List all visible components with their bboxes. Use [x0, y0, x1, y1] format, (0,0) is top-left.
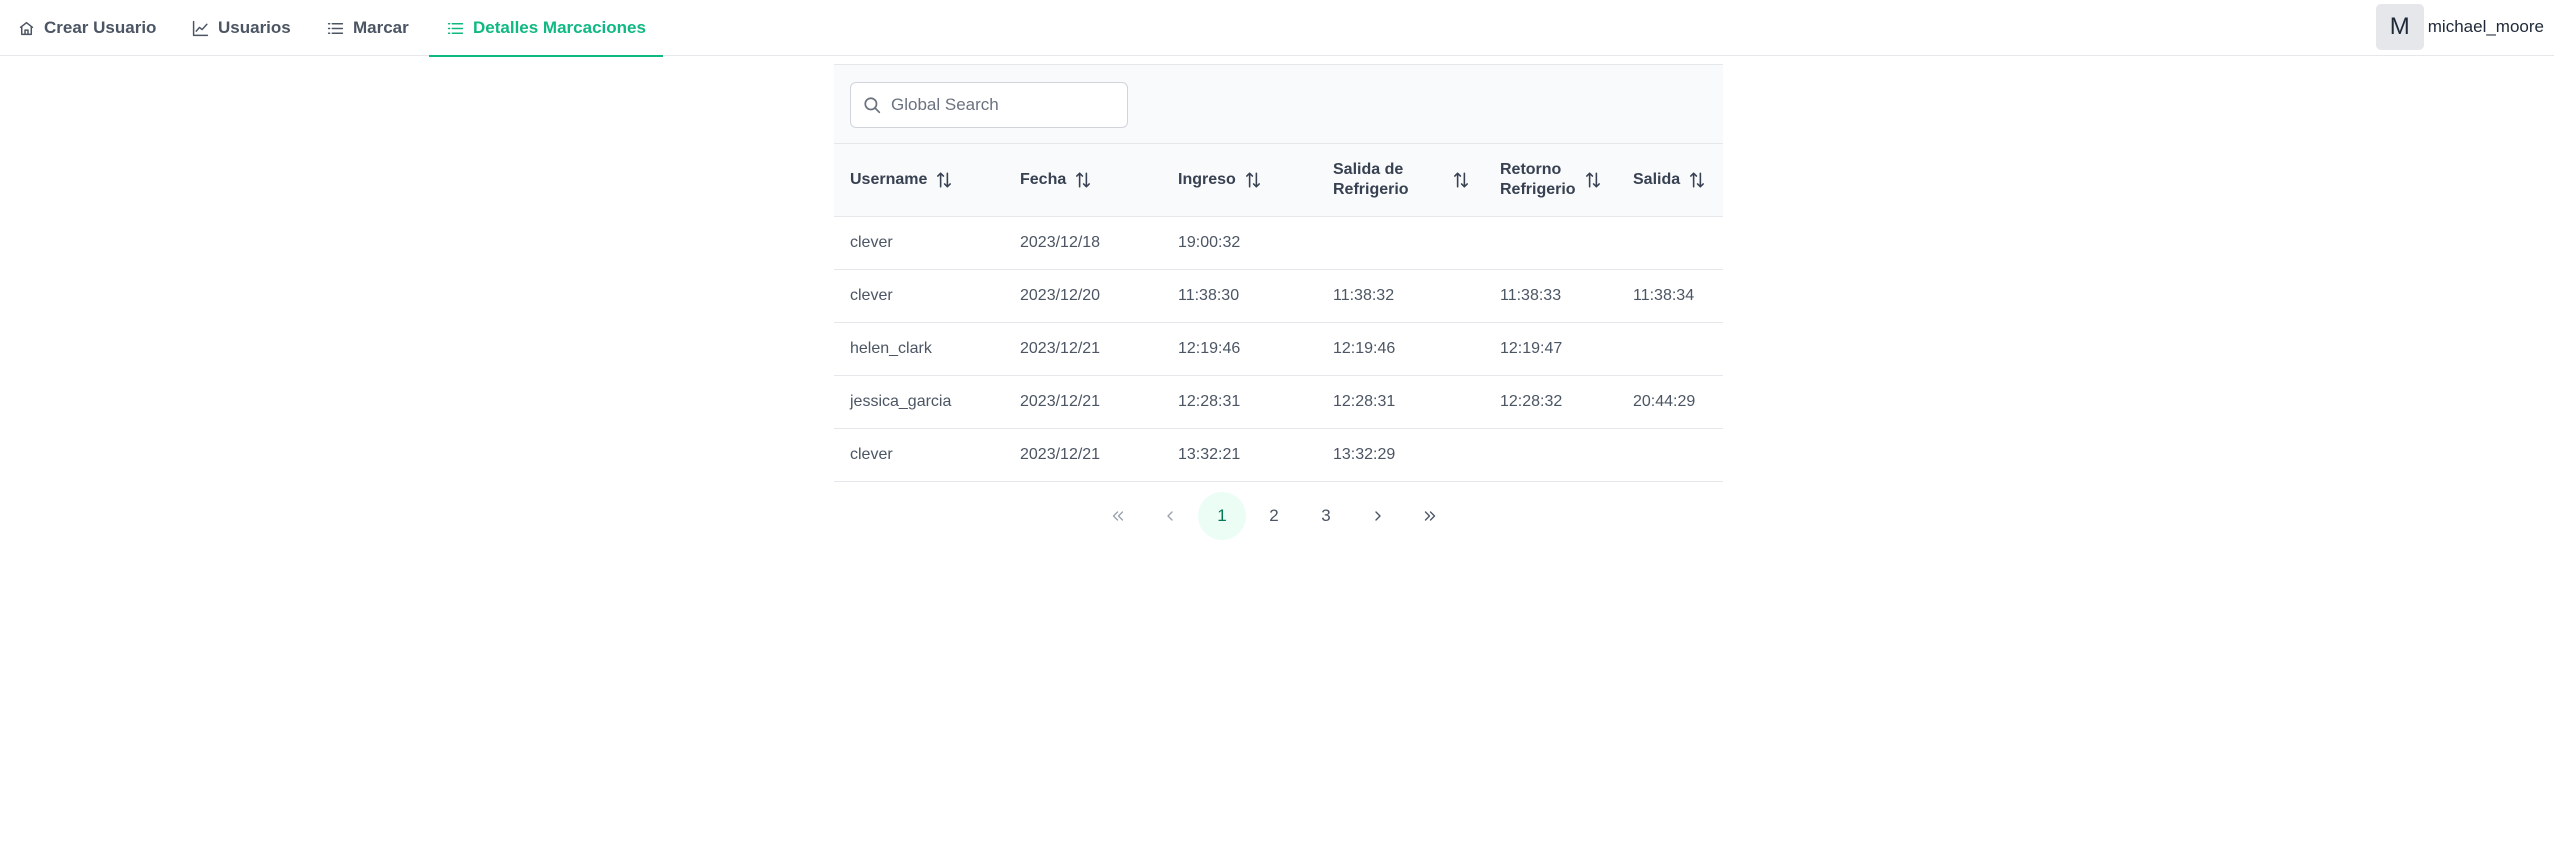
column-header-ingreso[interactable]: Ingreso [1162, 144, 1317, 217]
table-toolbar [834, 64, 1723, 144]
home-icon [19, 21, 34, 35]
cell-username: clever [834, 428, 1004, 482]
cell-fecha: 2023/12/21 [1004, 375, 1162, 429]
cell-retorno-refrigerio: 11:38:33 [1484, 269, 1617, 323]
menu-item-label: Crear Usuario [44, 18, 157, 37]
cell-fecha: 2023/12/20 [1004, 269, 1162, 323]
sort-icon[interactable] [1074, 171, 1092, 189]
cell-fecha: 2023/12/21 [1004, 428, 1162, 482]
user-menu[interactable]: M michael_moore [2375, 4, 2544, 50]
cell-username: helen_clark [834, 322, 1004, 376]
sort-icon[interactable] [1688, 171, 1706, 189]
last-page-button[interactable] [1406, 492, 1454, 540]
sort-icon[interactable] [1452, 171, 1470, 189]
page-button-3[interactable]: 3 [1302, 492, 1350, 540]
column-header-line: Salida de [1333, 160, 1404, 178]
table-row[interactable]: clever 2023/12/21 13:32:21 13:32:29 [834, 428, 1723, 482]
cell-salida: 11:38:34 [1617, 269, 1723, 323]
cell-ingreso: 11:38:30 [1162, 269, 1317, 323]
username-label: michael_moore [2427, 17, 2544, 36]
data-table: Username Fecha Ingreso Salida de Refrige… [834, 144, 1723, 482]
next-page-button[interactable] [1354, 492, 1402, 540]
column-header-label: Ingreso [1178, 170, 1236, 188]
cell-fecha: 2023/12/21 [1004, 322, 1162, 376]
cell-salida-refrigerio: 12:28:31 [1317, 375, 1484, 429]
list-icon [447, 22, 464, 34]
menu-item-label: Marcar [353, 18, 409, 37]
menu-item-usuarios[interactable]: Usuarios [174, 0, 309, 56]
menu-item-label: Usuarios [218, 18, 291, 37]
page-button-2[interactable]: 2 [1250, 492, 1298, 540]
column-header-label: Username [850, 170, 928, 188]
cell-ingreso: 12:19:46 [1162, 322, 1317, 376]
menu-item-marcar[interactable]: Marcar [309, 0, 427, 56]
avatar[interactable]: M [2375, 4, 2424, 50]
marcaciones-table: Username Fecha Ingreso [834, 64, 1723, 482]
column-header-label: Salida [1633, 170, 1681, 188]
chevrons-right-icon [1424, 511, 1436, 521]
cell-salida [1617, 428, 1723, 482]
cell-salida-refrigerio: 11:38:32 [1317, 269, 1484, 323]
cell-ingreso: 19:00:32 [1162, 216, 1317, 270]
column-header-label: Salida de Refrigerio [1333, 160, 1409, 200]
list-icon [327, 22, 344, 34]
first-page-button[interactable] [1094, 492, 1142, 540]
cell-salida [1617, 322, 1723, 376]
cell-salida-refrigerio [1317, 216, 1484, 270]
column-header-label: Fecha [1020, 170, 1067, 188]
column-header-salida-refrigerio[interactable]: Salida de Refrigerio [1317, 144, 1484, 217]
column-header-line: Retorno [1500, 160, 1562, 178]
paginator: 1 2 3 [1094, 492, 1454, 540]
cell-retorno-refrigerio [1484, 216, 1617, 270]
sort-icon[interactable] [1244, 171, 1262, 189]
top-menubar: Crear Usuario Usuarios Marcar Detalles M… [0, 0, 2554, 57]
column-header-line: Refrigerio [1500, 180, 1576, 198]
cell-fecha: 2023/12/18 [1004, 216, 1162, 270]
sort-icon[interactable] [935, 171, 953, 189]
table-header-row: Username Fecha Ingreso Salida de Refrige… [834, 144, 1723, 217]
cell-salida: 20:44:29 [1617, 375, 1723, 429]
menu-item-crear-usuario[interactable]: Crear Usuario [0, 0, 174, 56]
search-input[interactable] [891, 95, 1111, 115]
table-row[interactable]: jessica_garcia 2023/12/21 12:28:31 12:28… [834, 375, 1723, 429]
cell-retorno-refrigerio: 12:19:47 [1484, 322, 1617, 376]
search-icon [864, 97, 881, 114]
global-search[interactable] [850, 82, 1128, 128]
cell-username: jessica_garcia [834, 375, 1004, 429]
column-header-fecha[interactable]: Fecha [1004, 144, 1162, 217]
table-row[interactable]: clever 2023/12/18 19:00:32 [834, 216, 1723, 270]
menu-item-detalles-marcaciones[interactable]: Detalles Marcaciones [429, 0, 663, 57]
cell-salida-refrigerio: 13:32:29 [1317, 428, 1484, 482]
menu-item-label: Detalles Marcaciones [473, 18, 646, 37]
chevrons-left-icon [1112, 511, 1124, 521]
table-row[interactable]: helen_clark 2023/12/21 12:19:46 12:19:46… [834, 322, 1723, 376]
cell-salida-refrigerio: 12:19:46 [1317, 322, 1484, 376]
table-row[interactable]: clever 2023/12/20 11:38:30 11:38:32 11:3… [834, 269, 1723, 323]
cell-ingreso: 13:32:21 [1162, 428, 1317, 482]
column-header-line: Refrigerio [1333, 180, 1409, 198]
column-header-label: Retorno Refrigerio [1500, 160, 1576, 200]
sort-icon[interactable] [1584, 171, 1602, 189]
cell-username: clever [834, 216, 1004, 270]
cell-salida [1617, 216, 1723, 270]
chevron-right-icon [1375, 511, 1381, 521]
cell-retorno-refrigerio [1484, 428, 1617, 482]
prev-page-button[interactable] [1146, 492, 1194, 540]
chevron-left-icon [1167, 511, 1173, 521]
cell-ingreso: 12:28:31 [1162, 375, 1317, 429]
column-header-retorno-refrigerio[interactable]: Retorno Refrigerio [1484, 144, 1617, 217]
page-button-1[interactable]: 1 [1198, 492, 1246, 540]
column-header-salida[interactable]: Salida [1617, 144, 1723, 217]
cell-retorno-refrigerio: 12:28:32 [1484, 375, 1617, 429]
column-header-username[interactable]: Username [834, 144, 1004, 217]
cell-username: clever [834, 269, 1004, 323]
chart-line-icon [192, 20, 209, 36]
